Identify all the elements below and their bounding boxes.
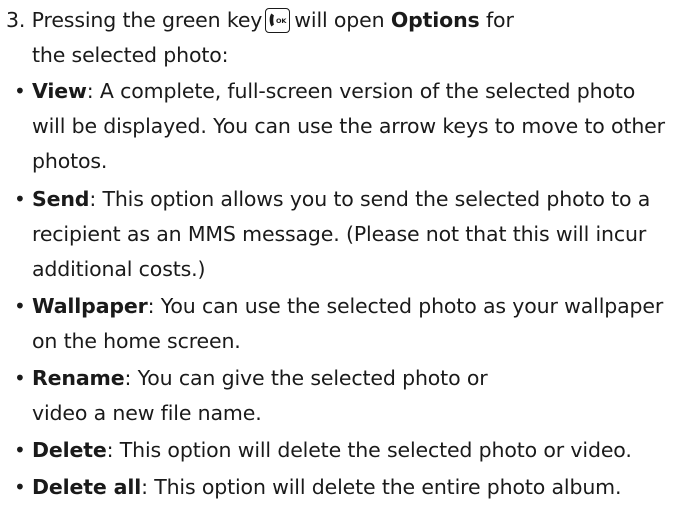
option-line: photos. — [32, 147, 107, 175]
bullet: • — [14, 187, 26, 211]
option-term: Send — [32, 187, 90, 211]
instruction-page: 3. Pressing the green key OK will open O… — [0, 0, 688, 527]
step-text-pre: Pressing the green key — [31, 8, 263, 32]
option-desc: will be displayed. You can use the arrow… — [32, 114, 665, 138]
option-desc: : This option will delete the entire pho… — [141, 475, 622, 499]
option-line: Wallpaper: You can use the selected phot… — [32, 292, 663, 320]
option-desc: : You can use the selected photo as your… — [147, 294, 664, 318]
option-line: Delete: This option will delete the sele… — [32, 436, 632, 464]
step-line-1: 3. Pressing the green key OK will open O… — [6, 6, 514, 34]
bullet: • — [14, 294, 26, 318]
step-line-2: the selected photo: — [32, 41, 229, 69]
options-label: Options — [390, 8, 480, 32]
option-line: will be displayed. You can use the arrow… — [32, 112, 665, 140]
option-desc: video a new file name. — [32, 401, 262, 425]
step-number: 3. — [6, 8, 26, 32]
option-desc: : You can give the selected photo or — [124, 366, 488, 390]
option-line: on the home screen. — [32, 327, 241, 355]
option-term: Delete — [32, 438, 107, 462]
option-line: video a new file name. — [32, 399, 262, 427]
option-term: View — [32, 79, 87, 103]
step-text-line2: the selected photo: — [32, 43, 229, 67]
step-text-mid: will open — [294, 8, 385, 32]
bullet: • — [14, 79, 26, 103]
ok-call-key-icon: OK — [265, 8, 291, 33]
option-line: Rename: You can give the selected photo … — [32, 364, 488, 392]
option-desc: recipient as an MMS message. (Please not… — [32, 222, 647, 246]
option-desc: : A complete, full-screen version of the… — [86, 79, 636, 103]
bullet: • — [14, 366, 26, 390]
option-term: Rename — [32, 366, 125, 390]
step-text-post: for — [485, 8, 514, 32]
option-line: recipient as an MMS message. (Please not… — [32, 220, 646, 248]
bullet: • — [14, 438, 26, 462]
ok-label: OK — [276, 17, 287, 25]
bullet: • — [14, 475, 26, 499]
option-desc: : This option allows you to send the sel… — [89, 187, 651, 211]
option-line: additional costs.) — [32, 255, 206, 283]
option-desc: on the home screen. — [32, 329, 241, 353]
option-term: Delete all — [32, 475, 142, 499]
option-line: View: A complete, full-screen version of… — [32, 77, 635, 105]
option-desc: additional costs.) — [32, 257, 206, 281]
option-line: Send: This option allows you to send the… — [32, 185, 650, 213]
option-desc: : This option will delete the selected p… — [106, 438, 632, 462]
option-line: Delete all: This option will delete the … — [32, 473, 622, 501]
option-desc: photos. — [32, 149, 108, 173]
option-term: Wallpaper — [32, 294, 148, 318]
